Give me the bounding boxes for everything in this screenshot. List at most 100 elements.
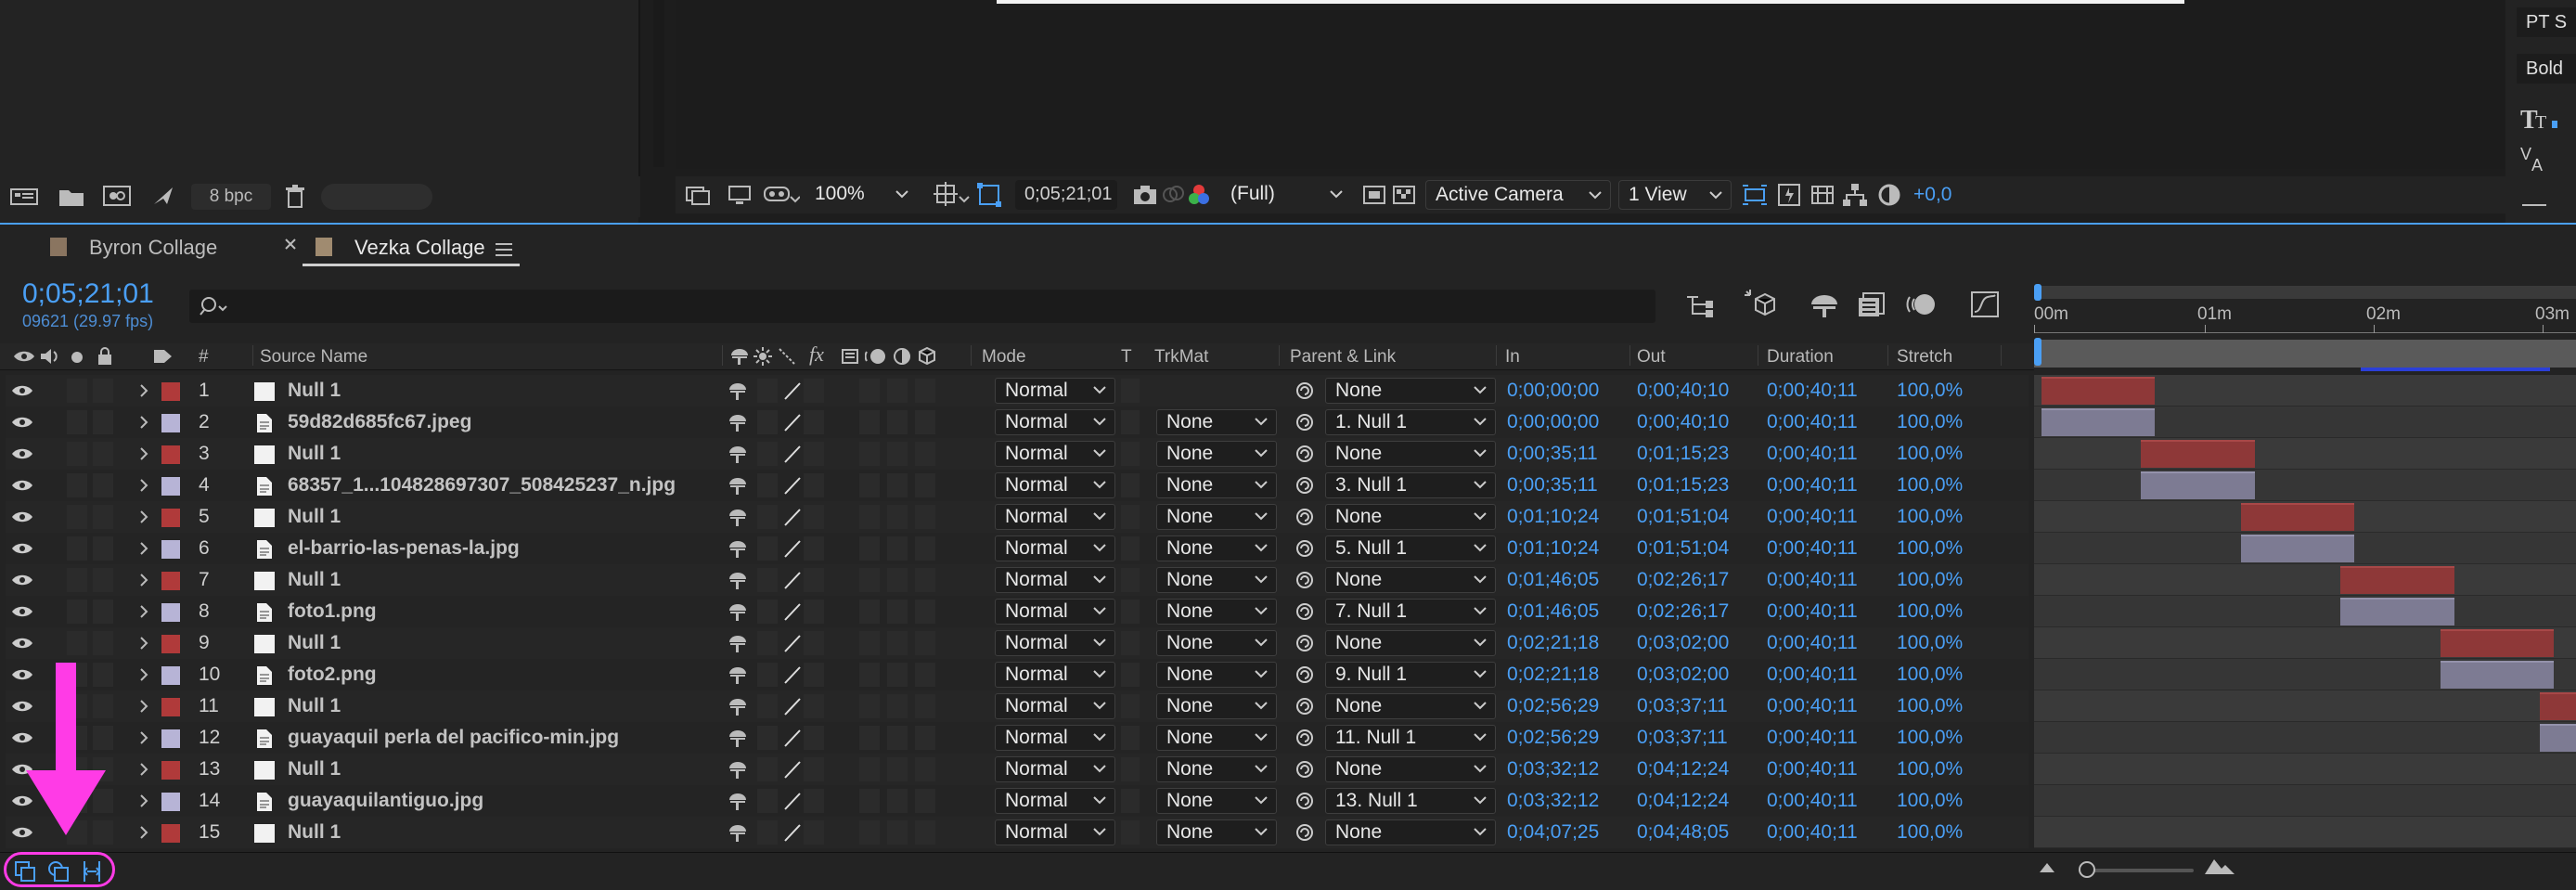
switch-slot[interactable] xyxy=(804,442,824,466)
timeline-zoom-slider[interactable] xyxy=(2079,869,2194,872)
switch-slot[interactable] xyxy=(67,410,87,434)
stretch-value[interactable]: 100,0% xyxy=(1897,817,1963,848)
snapshot-camera-icon[interactable] xyxy=(1132,184,1158,206)
close-icon[interactable] xyxy=(282,236,299,252)
switch-slot[interactable] xyxy=(804,820,824,845)
layer-duration-bar[interactable] xyxy=(2141,471,2255,499)
switch-slot[interactable] xyxy=(887,410,908,434)
blend-mode-dropdown[interactable]: Normal xyxy=(995,630,1115,656)
layer-name[interactable]: 68357_1...104828697307_508425237_n.jpg xyxy=(288,470,676,501)
stretch-value[interactable]: 100,0% xyxy=(1897,533,1963,564)
motion-blur-icon[interactable] xyxy=(1906,290,1938,319)
layer-name[interactable]: Null 1 xyxy=(288,564,341,596)
blend-mode-dropdown[interactable]: Normal xyxy=(995,378,1115,404)
eye-icon[interactable] xyxy=(11,501,33,533)
switch-slot[interactable] xyxy=(915,568,935,592)
switch-slot[interactable] xyxy=(915,600,935,624)
layer-name[interactable]: Null 1 xyxy=(288,438,341,470)
preserve-transparency-checkbox[interactable] xyxy=(1121,442,1140,466)
switch-slot[interactable] xyxy=(93,379,113,403)
switch-slot[interactable] xyxy=(915,663,935,687)
switch-slot[interactable] xyxy=(859,820,880,845)
shy-switch-icon[interactable] xyxy=(728,821,748,853)
switch-slot[interactable] xyxy=(887,379,908,403)
column-duration[interactable]: Duration xyxy=(1767,347,1834,368)
stretch-value[interactable]: 100,0% xyxy=(1897,722,1963,754)
preserve-transparency-checkbox[interactable] xyxy=(1121,379,1140,403)
layer-name[interactable]: Null 1 xyxy=(288,627,341,659)
track-matte-dropdown[interactable]: None xyxy=(1156,567,1277,593)
label-color-swatch[interactable] xyxy=(161,603,180,622)
layer-row[interactable]: 15 Null 1 Normal None None 0;04;07;25 0;04;48;… xyxy=(6,817,2029,848)
track-matte-dropdown[interactable]: None xyxy=(1156,756,1277,782)
out-time[interactable]: 0;04;12;24 xyxy=(1637,785,1729,817)
switch-slot[interactable] xyxy=(859,379,880,403)
in-time[interactable]: 0;00;00;00 xyxy=(1507,375,1599,406)
parent-dropdown[interactable]: 5. Null 1 xyxy=(1325,535,1496,561)
column-stretch[interactable]: Stretch xyxy=(1897,347,1952,368)
chevron-right-icon[interactable] xyxy=(137,533,150,564)
label-color-swatch[interactable] xyxy=(161,666,180,685)
switch-slot[interactable] xyxy=(915,757,935,781)
duration-time[interactable]: 0;00;40;11 xyxy=(1767,438,1858,470)
parent-dropdown[interactable]: None xyxy=(1325,504,1496,530)
work-area-bar[interactable] xyxy=(2034,286,2576,299)
stretch-value[interactable]: 100,0% xyxy=(1897,470,1963,501)
in-time[interactable]: 0;00;00;00 xyxy=(1507,406,1599,438)
chevron-right-icon[interactable] xyxy=(137,501,150,533)
collapse-switch-slot[interactable] xyxy=(757,663,778,687)
switch-slot[interactable] xyxy=(887,473,908,497)
switch-slot[interactable] xyxy=(804,726,824,750)
out-time[interactable]: 0;00;40;10 xyxy=(1637,406,1729,438)
layer-row[interactable]: 10 foto2.png Normal None 9. Null 1 0;02;21;18… xyxy=(6,659,2029,690)
out-time[interactable]: 0;03;37;11 xyxy=(1637,690,1728,722)
parent-dropdown[interactable]: None xyxy=(1325,378,1496,404)
track-matte-dropdown[interactable]: None xyxy=(1156,409,1277,435)
out-time[interactable]: 0;01;15;23 xyxy=(1637,438,1729,470)
viewer-timecode[interactable]: 0;05;21;01 xyxy=(1015,180,1117,210)
layer-row[interactable]: 7 Null 1 Normal None None 0;01;46;05 0;02;26;1… xyxy=(6,564,2029,596)
parent-dropdown[interactable]: 11. Null 1 xyxy=(1325,725,1496,751)
preserve-transparency-checkbox[interactable] xyxy=(1121,631,1140,655)
switch-slot[interactable] xyxy=(887,536,908,561)
collapse-switch-slot[interactable] xyxy=(757,631,778,655)
out-time[interactable]: 0;01;51;04 xyxy=(1637,501,1729,533)
collapse-switch-slot[interactable] xyxy=(757,442,778,466)
track-matte-dropdown[interactable]: None xyxy=(1156,788,1277,814)
switch-slot[interactable] xyxy=(67,600,87,624)
preserve-transparency-checkbox[interactable] xyxy=(1121,663,1140,687)
duration-time[interactable]: 0;00;40;11 xyxy=(1767,817,1858,848)
switch-slot[interactable] xyxy=(859,757,880,781)
fast-previews-icon[interactable] xyxy=(1776,182,1802,208)
blend-mode-dropdown[interactable]: Normal xyxy=(995,819,1115,845)
mask-visibility-icon[interactable] xyxy=(976,182,1002,208)
in-time[interactable]: 0;02;21;18 xyxy=(1507,659,1599,690)
column-in[interactable]: In xyxy=(1505,347,1520,368)
switch-slot[interactable] xyxy=(887,789,908,813)
duration-time[interactable]: 0;00;40;11 xyxy=(1767,375,1858,406)
out-time[interactable]: 0;02;26;17 xyxy=(1637,564,1729,596)
layer-name[interactable]: 59d82d685fc67.jpeg xyxy=(288,406,471,438)
switch-slot[interactable] xyxy=(887,442,908,466)
switch-slot[interactable] xyxy=(859,410,880,434)
parent-dropdown[interactable]: None xyxy=(1325,630,1496,656)
switch-slot[interactable] xyxy=(859,631,880,655)
region-of-interest-icon[interactable] xyxy=(1362,184,1386,206)
collapse-switch-slot[interactable] xyxy=(757,505,778,529)
switch-slot[interactable] xyxy=(887,631,908,655)
layer-search-input[interactable] xyxy=(189,290,1655,323)
render-queue-icon[interactable] xyxy=(150,184,176,208)
stretch-value[interactable]: 100,0% xyxy=(1897,564,1963,596)
zoom-in-mountain-icon[interactable] xyxy=(2203,856,2236,878)
label-color-swatch[interactable] xyxy=(161,414,180,432)
label-color-swatch[interactable] xyxy=(161,382,180,401)
stretch-value[interactable]: 100,0% xyxy=(1897,627,1963,659)
chevron-right-icon[interactable] xyxy=(137,659,150,690)
parent-dropdown[interactable]: None xyxy=(1325,693,1496,719)
collapse-switch-slot[interactable] xyxy=(757,379,778,403)
blend-mode-dropdown[interactable]: Normal xyxy=(995,662,1115,688)
collapse-switch-slot[interactable] xyxy=(757,568,778,592)
chevron-right-icon[interactable] xyxy=(137,406,150,438)
switch-slot[interactable] xyxy=(93,442,113,466)
exposure-value[interactable]: +0,0 xyxy=(1913,184,1951,206)
